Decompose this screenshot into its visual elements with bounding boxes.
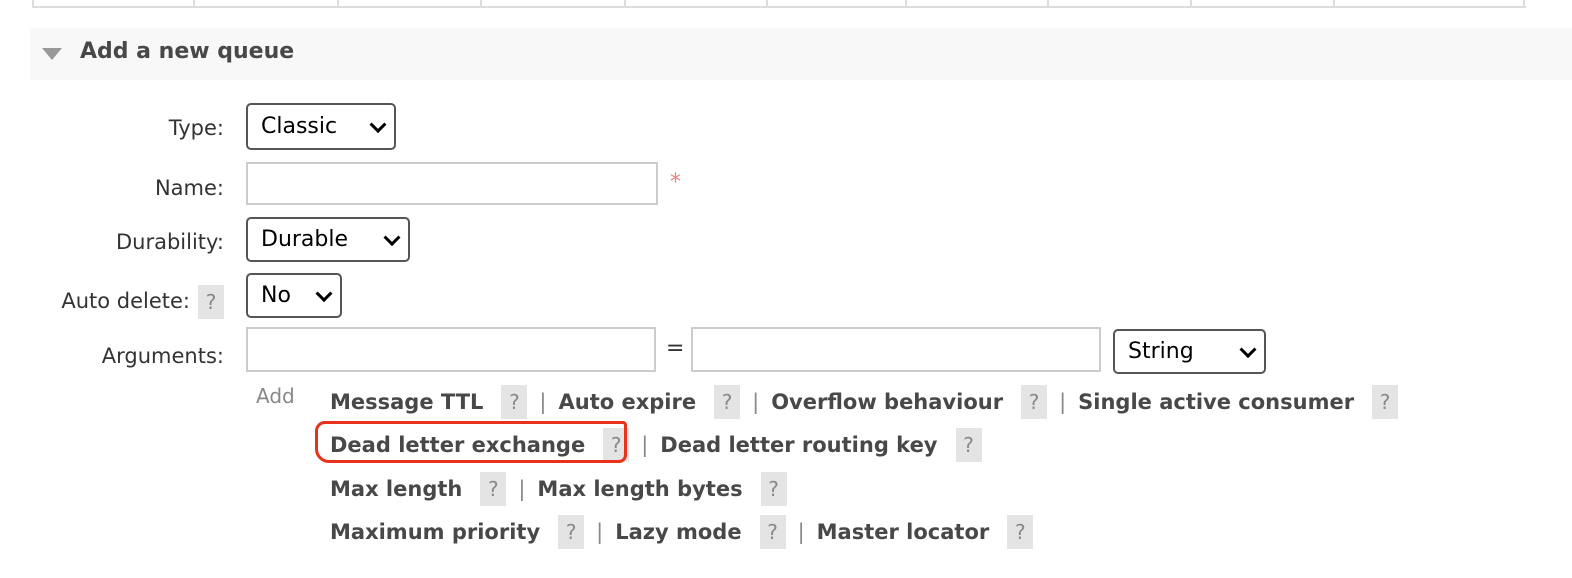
argument-link-dead-letter-routing-key[interactable]: Dead letter routing key — [660, 433, 937, 457]
separator: | — [641, 433, 649, 457]
durability-value: Durable — [261, 227, 349, 252]
chevron-down-icon — [1239, 340, 1257, 358]
separator: | — [1059, 390, 1067, 414]
help-button[interactable]: ? — [1372, 385, 1399, 419]
help-button[interactable]: ? — [501, 385, 528, 419]
separator: | — [752, 390, 760, 414]
help-button[interactable]: ? — [760, 472, 787, 506]
argument-link-single-active-consumer[interactable]: Single active consumer — [1078, 390, 1354, 414]
name-label: Name: — [154, 176, 224, 200]
triangle-down-icon — [42, 48, 62, 60]
argument-shortcut-row: Message TTL? | Auto expire? | Overflow behav… — [330, 385, 1399, 419]
table-bottom-edge — [32, 0, 1526, 8]
argument-link-auto-expire[interactable]: Auto expire — [559, 390, 697, 414]
separator: | — [596, 520, 604, 544]
required-marker: * — [670, 170, 681, 195]
add-label: Add — [256, 384, 295, 408]
auto-delete-select[interactable]: No — [246, 273, 342, 318]
durability-label: Durability: — [115, 230, 224, 254]
help-button[interactable]: ? — [1007, 515, 1034, 549]
type-select[interactable]: Classic — [246, 103, 396, 150]
help-button[interactable]: ? — [955, 428, 982, 462]
section-header[interactable]: Add a new queue — [30, 28, 1572, 80]
argument-link-maximum-priority[interactable]: Maximum priority — [330, 520, 540, 544]
argument-type-value: String — [1128, 339, 1194, 364]
argument-type-select[interactable]: String — [1113, 329, 1266, 374]
auto-delete-label: Auto delete: — [61, 289, 190, 313]
separator: | — [797, 520, 805, 544]
chevron-down-icon — [383, 228, 401, 246]
argument-link-overflow-behaviour[interactable]: Overflow behaviour — [771, 390, 1003, 414]
durability-select[interactable]: Durable — [246, 217, 410, 262]
help-button[interactable]: ? — [480, 472, 507, 506]
separator: | — [518, 477, 526, 501]
help-button[interactable]: ? — [759, 515, 786, 549]
help-button[interactable]: ? — [1021, 385, 1048, 419]
argument-key-input[interactable] — [246, 327, 656, 372]
separator: | — [539, 390, 547, 414]
section-title: Add a new queue — [80, 39, 295, 64]
arguments-label: Arguments: — [101, 344, 224, 368]
auto-delete-value: No — [261, 283, 291, 308]
argument-link-max-length[interactable]: Max length — [330, 477, 462, 501]
argument-shortcut-row: Maximum priority? | Lazy mode? | Master loca… — [330, 515, 1034, 549]
name-input[interactable] — [246, 162, 658, 205]
chevron-down-icon — [315, 284, 333, 302]
equals-sign: = — [666, 336, 685, 361]
red-annotation-outline — [315, 421, 627, 463]
argument-link-max-length-bytes[interactable]: Max length bytes — [537, 477, 742, 501]
argument-shortcut-row: Max length? | Max length bytes? — [330, 472, 787, 506]
type-label: Type: — [168, 116, 224, 140]
argument-value-input[interactable] — [691, 327, 1101, 372]
help-button[interactable]: ? — [714, 385, 741, 419]
help-button[interactable]: ? — [558, 515, 585, 549]
argument-link-master-locator[interactable]: Master locator — [817, 520, 990, 544]
argument-link-message-ttl[interactable]: Message TTL — [330, 390, 483, 414]
type-value: Classic — [261, 114, 338, 139]
auto-delete-help[interactable]: ? — [198, 285, 224, 319]
argument-link-lazy-mode[interactable]: Lazy mode — [615, 520, 741, 544]
chevron-down-icon — [369, 115, 387, 133]
